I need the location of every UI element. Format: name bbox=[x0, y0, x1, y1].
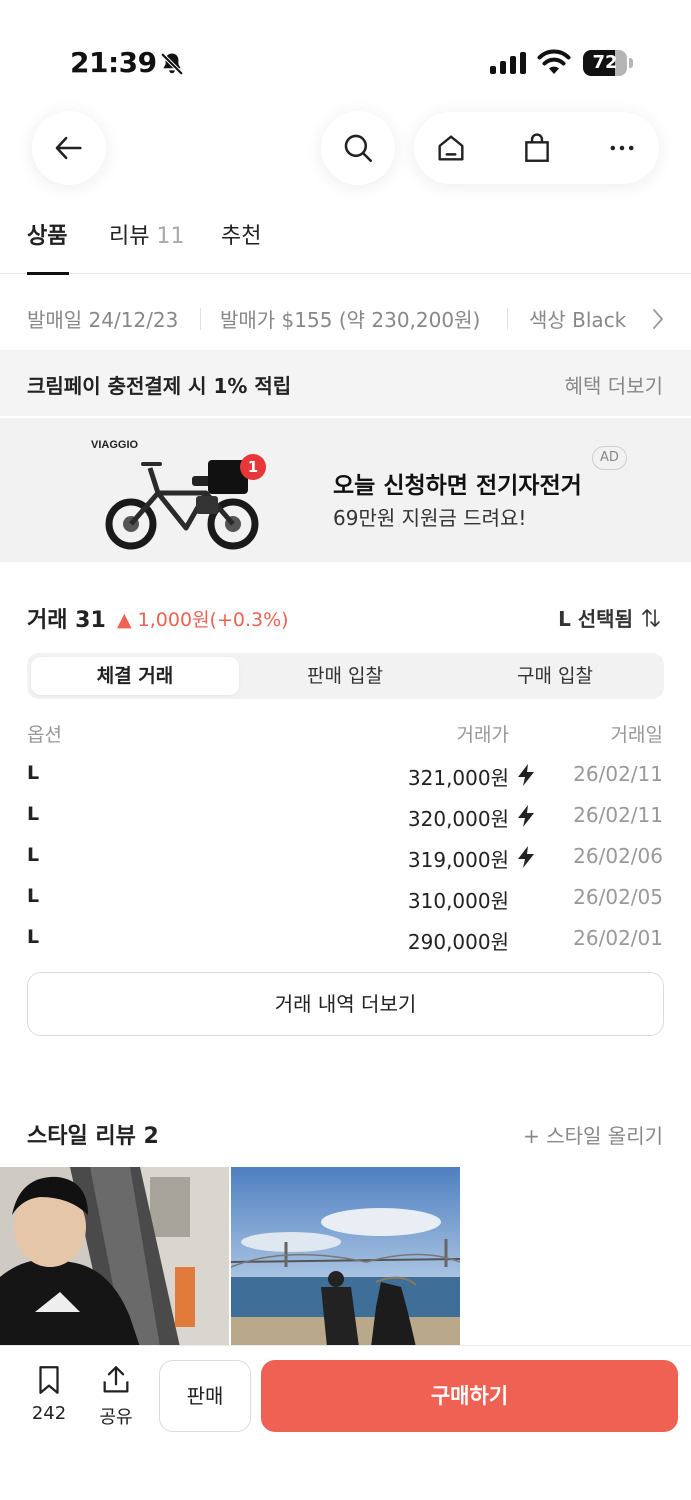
size-selector[interactable]: L 선택됨 bbox=[558, 603, 663, 632]
trade-price: 320,000원 bbox=[407, 807, 509, 831]
trade-date: 26/02/01 bbox=[573, 926, 663, 950]
electric-bike-image: VIAGGIO bbox=[91, 439, 259, 550]
trade-price: 321,000원 bbox=[407, 766, 509, 790]
wifi-icon bbox=[537, 49, 571, 74]
beach-photo-image bbox=[231, 1167, 460, 1347]
trade-option: L bbox=[27, 885, 40, 907]
style-photo[interactable] bbox=[231, 1167, 460, 1347]
tab-label: 추천 bbox=[221, 224, 262, 249]
more-button[interactable] bbox=[585, 112, 659, 184]
notification-badge: 1 bbox=[240, 454, 266, 480]
trade-date: 26/02/06 bbox=[573, 844, 663, 868]
tab-count: 11 bbox=[156, 224, 185, 249]
nav-action-group bbox=[414, 112, 659, 184]
divider bbox=[200, 308, 201, 330]
cart-button[interactable] bbox=[500, 112, 574, 184]
trade-price: 310,000원 bbox=[407, 889, 509, 913]
trade-title: 거래 31 bbox=[27, 608, 106, 633]
trade-option: L bbox=[27, 926, 40, 948]
price-change-value: 1,000원(+0.3%) bbox=[137, 609, 289, 631]
benefit-more-link[interactable]: 혜택 더보기 bbox=[565, 370, 663, 399]
table-row: L 319,000원 26/02/06 bbox=[0, 836, 691, 876]
back-button[interactable] bbox=[32, 111, 106, 185]
search-icon bbox=[344, 134, 373, 163]
ad-label: AD bbox=[592, 446, 627, 470]
price-change: ▲ 1,000원(+0.3%) bbox=[117, 605, 289, 632]
column-header-option: 옵션 bbox=[27, 724, 62, 746]
shopping-bag-icon bbox=[525, 133, 549, 162]
table-row: L 290,000원 26/02/01 bbox=[0, 918, 691, 958]
signal-icon bbox=[490, 52, 526, 74]
trade-option: L bbox=[27, 844, 40, 866]
tab-review[interactable]: 리뷰 11 bbox=[109, 218, 184, 274]
status-bar: 21:39 72 bbox=[0, 0, 691, 100]
svg-text:VIAGGIO: VIAGGIO bbox=[91, 439, 139, 451]
benefit-text: 크림페이 충전결제 시 1% 적립 bbox=[27, 374, 292, 398]
up-triangle-icon: ▲ bbox=[117, 609, 132, 631]
release-date: 발매일 24/12/23 bbox=[27, 308, 179, 332]
bottom-action-bar: 242 공유 판매 구매하기 bbox=[0, 1345, 691, 1500]
share-button[interactable]: 공유 bbox=[94, 1362, 138, 1429]
trade-date: 26/02/05 bbox=[573, 885, 663, 909]
segment-sell-bids[interactable]: 판매 입찰 bbox=[241, 657, 449, 695]
bookmark-count: 242 bbox=[31, 1403, 67, 1424]
home-button[interactable] bbox=[414, 112, 488, 184]
home-icon bbox=[438, 135, 464, 161]
segment-executed-trades[interactable]: 체결 거래 bbox=[31, 657, 239, 695]
tab-recommend[interactable]: 추천 bbox=[221, 218, 261, 274]
table-row: L 320,000원 26/02/11 bbox=[0, 795, 691, 835]
share-label: 공유 bbox=[99, 1407, 133, 1428]
ad-banner[interactable]: VIAGGIO 1 오늘 신청하면 전기자전거 69만원 지원금 드려요! AD bbox=[0, 418, 691, 562]
share-icon bbox=[103, 1366, 129, 1393]
battery-icon: 72 bbox=[583, 50, 633, 76]
trade-date: 26/02/11 bbox=[573, 762, 663, 786]
trade-date: 26/02/11 bbox=[573, 803, 663, 827]
table-row: L 321,000원 26/02/11 bbox=[0, 754, 691, 794]
segment-buy-bids[interactable]: 구매 입찰 bbox=[451, 657, 659, 695]
bookmark-icon bbox=[39, 1366, 59, 1394]
table-row: L 310,000원 26/02/05 bbox=[0, 877, 691, 917]
style-photo[interactable] bbox=[0, 1167, 229, 1347]
divider bbox=[507, 308, 508, 330]
chevron-right-icon[interactable] bbox=[648, 308, 668, 330]
search-button[interactable] bbox=[321, 111, 395, 185]
sort-arrows-icon bbox=[642, 608, 660, 627]
status-time: 21:39 bbox=[70, 46, 157, 79]
column-header-date: 거래일 bbox=[610, 724, 663, 746]
sell-button[interactable]: 판매 bbox=[159, 1360, 251, 1432]
ad-subtitle: 69만원 지원금 드려요! bbox=[333, 506, 527, 530]
trade-price: 319,000원 bbox=[407, 848, 509, 872]
product-tabs: 상품 리뷰 11 추천 bbox=[0, 218, 691, 275]
tab-label: 리뷰 bbox=[109, 224, 150, 249]
trade-option: L bbox=[27, 762, 40, 784]
tab-product[interactable]: 상품 bbox=[27, 218, 69, 275]
size-selected-label: L 선택됨 bbox=[558, 607, 633, 631]
battery-level: 72 bbox=[592, 52, 618, 73]
tab-label: 상품 bbox=[27, 224, 68, 249]
product-info-row[interactable]: 발매일 24/12/23 발매가 $155 (약 230,200원) 색상 Bl… bbox=[0, 290, 691, 346]
back-arrow-icon bbox=[55, 136, 82, 160]
trade-history-more-button[interactable]: 거래 내역 더보기 bbox=[27, 972, 664, 1036]
column-header-price: 거래가 bbox=[456, 724, 509, 746]
style-upload-link[interactable]: + 스타일 올리기 bbox=[523, 1120, 663, 1149]
lightning-icon bbox=[515, 804, 537, 832]
ad-title: 오늘 신청하면 전기자전거 bbox=[333, 473, 582, 499]
lightning-icon bbox=[515, 763, 537, 791]
more-icon bbox=[610, 145, 634, 151]
release-price: 발매가 $155 (약 230,200원) bbox=[220, 308, 481, 332]
buy-button[interactable]: 구매하기 bbox=[261, 1360, 678, 1432]
bookmark-button[interactable]: 242 bbox=[27, 1362, 71, 1424]
color-info: 색상 Black bbox=[529, 308, 627, 332]
trade-option: L bbox=[27, 803, 40, 825]
style-review-title: 스타일 리뷰 2 bbox=[27, 1124, 159, 1149]
bell-slash-icon bbox=[160, 52, 184, 76]
escalator-photo-image bbox=[0, 1167, 229, 1347]
trade-price: 290,000원 bbox=[407, 930, 509, 954]
benefit-bar[interactable]: 크림페이 충전결제 시 1% 적립 혜택 더보기 bbox=[0, 350, 691, 416]
lightning-icon bbox=[515, 845, 537, 873]
trade-type-segmented-control: 체결 거래 판매 입찰 구매 입찰 bbox=[27, 653, 664, 699]
